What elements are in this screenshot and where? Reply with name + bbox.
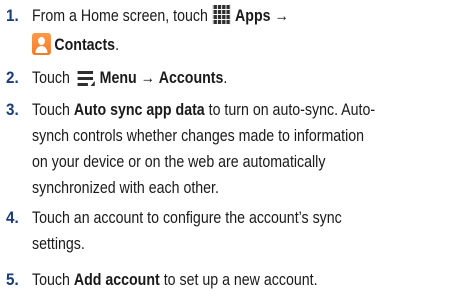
step-3-line-1: Touch Auto sync app data to turn on auto… — [32, 97, 375, 123]
arrow-icon: → — [274, 7, 289, 25]
contacts-label: Contacts — [54, 36, 116, 54]
step-number: 5. — [6, 271, 19, 289]
step-text: to turn on auto-sync. Auto- — [204, 101, 376, 119]
step-text: From a Home screen, touch — [32, 7, 212, 25]
step-text: to set up a new account. — [159, 271, 318, 289]
step-number: 3. — [6, 101, 19, 119]
step-1-line-2: Contacts. — [32, 32, 119, 58]
step-text: . — [115, 36, 120, 54]
apps-grid-icon — [212, 4, 231, 25]
apps-label: Apps — [235, 7, 271, 25]
step-number: 4. — [6, 209, 19, 227]
step-2-line-1: Touch Menu → Accounts. — [32, 65, 227, 91]
step-text: Touch — [32, 69, 74, 87]
step-number: 2. — [6, 69, 19, 87]
step-3-line-2: synch controls whether changes made to i… — [32, 127, 365, 145]
step-3-line-3: on your device or on the web are automat… — [32, 153, 326, 171]
step-text: Touch — [32, 101, 74, 119]
step-5-line-1: Touch Add account to set up a new accoun… — [32, 267, 318, 293]
step-text: Touch — [32, 271, 74, 289]
step-text: . — [223, 69, 228, 87]
accounts-label: Accounts — [158, 69, 224, 87]
step-1-line-1: From a Home screen, touch Apps → — [32, 3, 289, 29]
add-account-label: Add account — [73, 271, 160, 289]
step-3-line-4: synchronized with each other. — [32, 179, 219, 197]
step-4-line-2: settings. — [32, 235, 85, 253]
step-4-line-1: Touch an account to configure the accoun… — [32, 209, 342, 227]
step-number: 1. — [6, 7, 19, 25]
auto-sync-label: Auto sync app data — [73, 101, 205, 119]
arrow-icon: → — [140, 69, 155, 87]
contacts-icon — [32, 33, 51, 55]
menu-icon — [77, 70, 95, 86]
menu-label: Menu — [99, 69, 137, 87]
